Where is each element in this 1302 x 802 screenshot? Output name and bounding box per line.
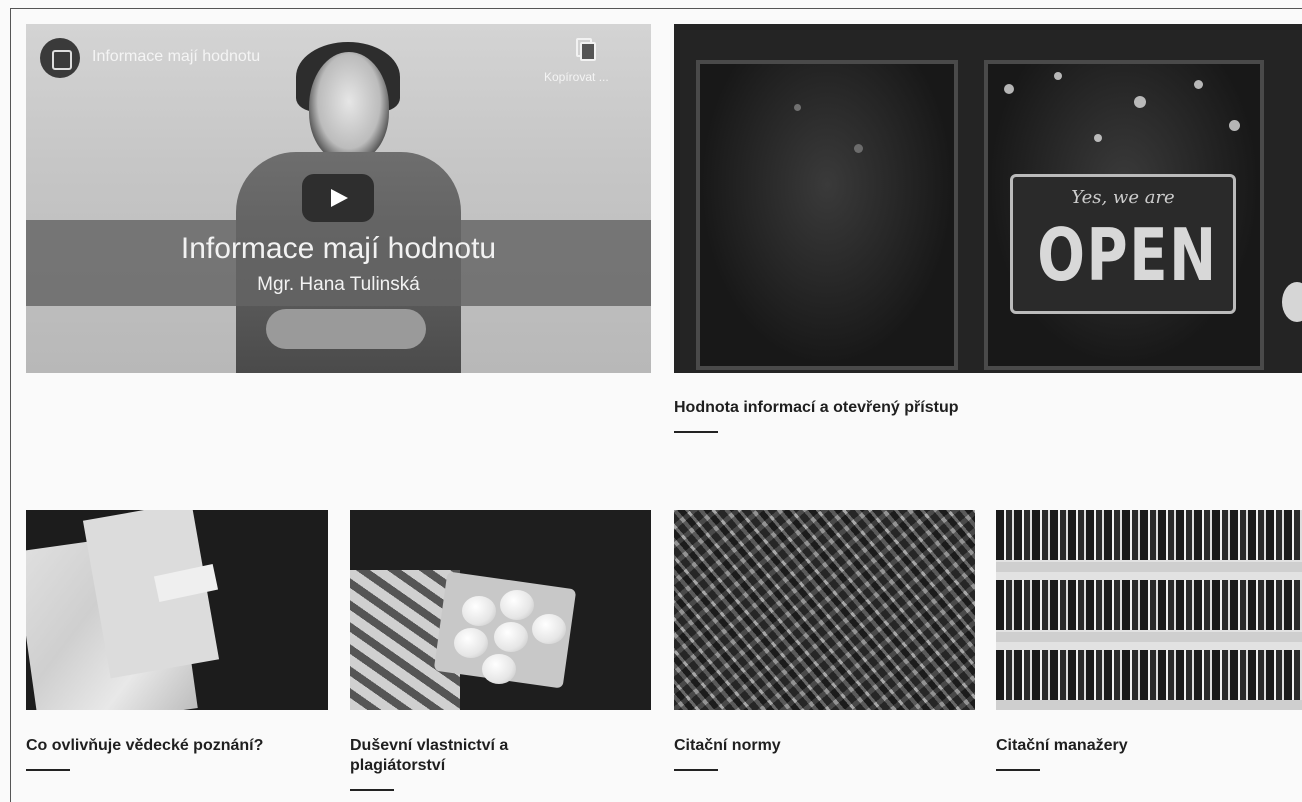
- open-sign: Yes, we are OPEN: [1010, 174, 1236, 314]
- title-underline: [350, 789, 394, 791]
- play-button[interactable]: [302, 174, 374, 222]
- copy-link-icon[interactable]: [574, 38, 596, 61]
- egg: [532, 614, 566, 644]
- light-bokeh: [1229, 120, 1240, 131]
- video-player[interactable]: Informace mají hodnotu Mgr. Hana Tulinsk…: [26, 24, 651, 373]
- light-bokeh: [1134, 96, 1146, 108]
- card-title-citacni-normy[interactable]: Citační normy: [674, 736, 974, 756]
- shelf-board: [996, 700, 1302, 710]
- egg: [454, 628, 488, 658]
- video-title-link[interactable]: Informace mají hodnotu: [92, 48, 260, 66]
- egg: [500, 590, 534, 620]
- open-sign-word: OPEN: [1037, 213, 1218, 297]
- light-bokeh: [854, 144, 863, 153]
- title-underline: [26, 769, 70, 771]
- title-underline: [996, 769, 1040, 771]
- card-title-citacni-manazery[interactable]: Citační manažery: [996, 736, 1296, 756]
- card-title-dusevni-vlastnictvi[interactable]: Duševní vlastnictví a plagiátorství: [350, 736, 650, 776]
- presenter-hands: [266, 309, 426, 349]
- presenter-face: [309, 52, 389, 162]
- card-image-citacni-normy[interactable]: [674, 510, 975, 710]
- light-bokeh: [794, 104, 801, 111]
- egg: [494, 622, 528, 652]
- binder-shelf: [996, 650, 1302, 700]
- light-bokeh: [1004, 84, 1014, 94]
- shelf-board: [996, 562, 1302, 572]
- card-title-vedecke-poznani[interactable]: Co ovlivňuje vědecké poznání?: [26, 736, 336, 756]
- binder-shelf: [996, 510, 1302, 560]
- card-image-dusevni-vlastnictvi[interactable]: [350, 510, 651, 710]
- title-underline: [674, 769, 718, 771]
- card-image-citacni-manazery[interactable]: [996, 510, 1302, 710]
- card-title-line: plagiátorství: [350, 757, 446, 774]
- card-title-line: Duševní vlastnictví a: [350, 737, 509, 754]
- light-bokeh: [1194, 80, 1203, 89]
- egg: [462, 596, 496, 626]
- copy-link-button[interactable]: Kopírovat ...: [544, 70, 609, 84]
- featured-image[interactable]: Yes, we are OPEN: [674, 24, 1302, 373]
- light-bokeh: [1094, 134, 1102, 142]
- video-overlay-title: Informace mají hodnotu: [180, 232, 497, 265]
- binder-shelf: [996, 580, 1302, 630]
- title-underline: [674, 431, 718, 433]
- light-bokeh: [1054, 72, 1062, 80]
- video-overlay-subtitle: Mgr. Hana Tulinská: [257, 274, 420, 295]
- channel-avatar-icon[interactable]: [40, 38, 80, 78]
- open-sign-script: Yes, we are: [1071, 187, 1175, 208]
- card-image-vedecke-poznani[interactable]: [26, 510, 328, 710]
- egg: [482, 654, 516, 684]
- shelf-board: [996, 632, 1302, 642]
- window-pane-left: [696, 60, 958, 370]
- featured-title[interactable]: Hodnota informací a otevřený přístup: [674, 398, 1274, 418]
